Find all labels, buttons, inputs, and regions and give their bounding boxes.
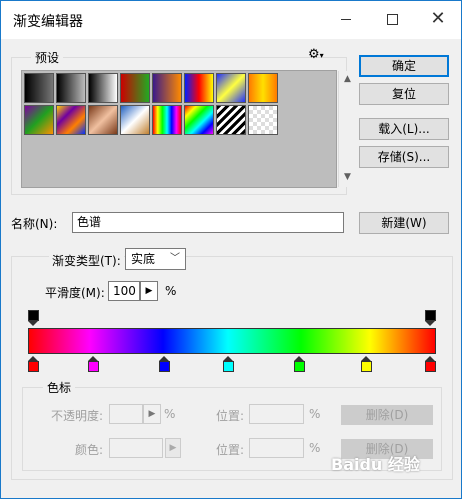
gradient-editor-window: 渐变编辑器 ✕ 预设 ⚙▾ ▲ ▼ 确定 复位 载入(L)... 存储(S)..…: [0, 0, 462, 499]
name-input[interactable]: 色谱: [72, 212, 344, 233]
color-stop-3[interactable]: [159, 356, 170, 372]
play-arrow-icon: ▶: [169, 443, 177, 453]
color-location-unit: %: [309, 441, 321, 455]
preset-swatch-fg-to-transparent[interactable]: [56, 73, 86, 103]
color-label: 颜色:: [75, 443, 104, 457]
title-bar: 渐变编辑器 ✕: [1, 1, 461, 39]
preset-swatch-violet-green-orange[interactable]: [24, 105, 54, 135]
preset-swatch-spectrum[interactable]: [152, 105, 182, 135]
opacity-input[interactable]: [109, 404, 143, 424]
maximize-button[interactable]: [369, 1, 415, 39]
save-button[interactable]: 存储(S)...: [359, 146, 449, 168]
gear-icon: ⚙: [308, 47, 320, 62]
preset-swatch-blue-yellow-blue[interactable]: [216, 73, 246, 103]
preset-swatch-yellow-violet-orange-blue[interactable]: [56, 105, 86, 135]
load-button[interactable]: 载入(L)...: [359, 118, 449, 140]
smoothness-unit: %: [165, 284, 177, 298]
preset-swatch-fg-to-bg[interactable]: [24, 73, 54, 103]
gradient-type-value: 实底: [131, 252, 156, 266]
gradient-type-select[interactable]: 实底 ﹀: [125, 248, 186, 270]
chevron-down-icon: ﹀: [170, 253, 180, 264]
preset-swatch-orange-yellow-orange[interactable]: [248, 73, 278, 103]
watermark: Baidu 经验: [331, 455, 420, 474]
presets-menu-button[interactable]: ⚙▾: [308, 47, 324, 62]
preset-swatches: ▲ ▼: [21, 70, 356, 188]
opacity-stop-2[interactable]: [425, 310, 436, 326]
close-icon: ✕: [430, 8, 446, 29]
delete-opacity-stop-button[interactable]: 删除(D): [341, 405, 433, 425]
preset-swatch-violet-orange[interactable]: [152, 73, 182, 103]
opacity-location-input[interactable]: [249, 404, 304, 424]
ok-button[interactable]: 确定: [359, 55, 449, 77]
color-stop-1[interactable]: [28, 356, 39, 372]
scroll-up-icon[interactable]: ▲: [339, 71, 356, 88]
opacity-label: 不透明度:: [51, 409, 104, 423]
scroll-down-icon[interactable]: ▼: [339, 169, 356, 186]
close-button[interactable]: ✕: [415, 1, 461, 39]
play-arrow-icon: ▶: [145, 286, 153, 296]
new-button[interactable]: 新建(W): [359, 212, 449, 234]
opacity-location-unit: %: [309, 407, 321, 421]
color-stop-2[interactable]: [87, 356, 99, 372]
preset-swatch-black-white[interactable]: [88, 73, 118, 103]
opacity-slider-button[interactable]: ▶: [143, 404, 161, 424]
smoothness-slider-button[interactable]: ▶: [140, 281, 158, 301]
name-label: 名称(N):: [11, 217, 58, 231]
minimize-icon: [341, 18, 351, 20]
presets-scrollbar[interactable]: ▲ ▼: [338, 71, 356, 187]
color-picker-button[interactable]: ▶: [165, 438, 181, 458]
presets-label: 预设: [31, 49, 64, 66]
color-location-input[interactable]: [249, 438, 304, 458]
smoothness-label: 平滑度(M):: [45, 286, 105, 300]
color-swatch-field[interactable]: [109, 438, 163, 458]
color-stop-7[interactable]: [425, 356, 436, 372]
preset-swatch-copper[interactable]: [88, 105, 118, 135]
opacity-stop-1[interactable]: [28, 310, 39, 326]
preset-swatch-red-green[interactable]: [120, 73, 150, 103]
color-stop-4[interactable]: [222, 356, 234, 372]
preset-swatch-transparent-checker[interactable]: [248, 105, 278, 135]
window-title: 渐变编辑器: [13, 14, 83, 30]
color-stop-6[interactable]: [361, 356, 373, 372]
maximize-icon: [386, 13, 398, 25]
preset-swatch-blue-red-yellow[interactable]: [184, 73, 214, 103]
minimize-button[interactable]: [323, 1, 369, 39]
gradient-type-label: 渐变类型(T):: [49, 252, 124, 269]
color-stop-5[interactable]: [293, 356, 305, 372]
chevron-down-icon: ▾: [319, 51, 324, 60]
play-arrow-icon: ▶: [148, 409, 156, 419]
gradient-preview-bar[interactable]: [28, 328, 436, 354]
opacity-location-label: 位置:: [216, 409, 245, 423]
smoothness-input[interactable]: 100: [108, 281, 140, 301]
color-location-label: 位置:: [216, 443, 245, 457]
preset-swatch-transparent-rainbow[interactable]: [184, 105, 214, 135]
preset-swatch-transparent-stripes[interactable]: [216, 105, 246, 135]
preset-swatch-chrome[interactable]: [120, 105, 150, 135]
opacity-unit: %: [164, 407, 176, 421]
reset-button[interactable]: 复位: [359, 83, 449, 105]
color-stops-label: 色标: [43, 379, 76, 396]
